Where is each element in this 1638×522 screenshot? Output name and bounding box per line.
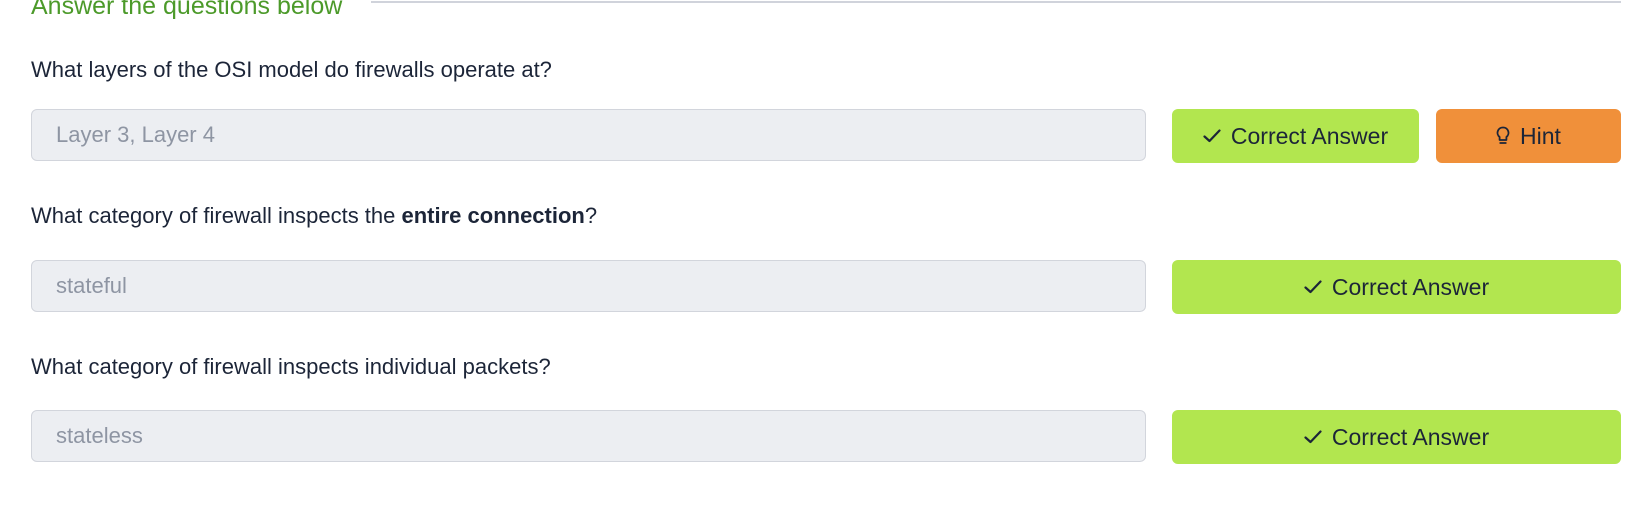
check-icon xyxy=(1304,280,1322,294)
question-1-answer-field[interactable]: Layer 3, Layer 4 xyxy=(31,109,1146,161)
section-title: Answer the questions below xyxy=(31,0,343,20)
question-3-correct-answer-button[interactable]: Correct Answer xyxy=(1172,410,1621,464)
question-1-hint-label: Hint xyxy=(1520,122,1561,149)
question-2-text: What category of firewall inspects the e… xyxy=(31,202,597,230)
question-2-text-start: What category of firewall inspects the xyxy=(31,203,402,228)
question-1-correct-answer-button[interactable]: Correct Answer xyxy=(1172,109,1419,163)
check-icon xyxy=(1304,430,1322,444)
question-3-answer-value: stateless xyxy=(56,423,143,448)
question-1-correct-answer-label: Correct Answer xyxy=(1230,122,1389,149)
question-2-answer-field[interactable]: stateful xyxy=(31,260,1146,312)
question-2-text-emphasis: entire connection xyxy=(401,203,585,228)
question-3-answer-field[interactable]: stateless xyxy=(31,410,1146,462)
section-header: Answer the questions below xyxy=(31,0,1621,19)
question-1-answer-value: Layer 3, Layer 4 xyxy=(56,122,215,147)
question-3-text: What category of firewall inspects indiv… xyxy=(31,354,551,379)
question-2-correct-answer-label: Correct Answer xyxy=(1331,273,1490,300)
question-2-answer-value: stateful xyxy=(56,273,127,298)
question-3-correct-answer-label: Correct Answer xyxy=(1331,423,1490,450)
question-1-text: What layers of the OSI model do firewall… xyxy=(31,57,552,82)
check-icon xyxy=(1203,129,1221,143)
section-divider xyxy=(371,1,1621,3)
question-2-correct-answer-button[interactable]: Correct Answer xyxy=(1172,260,1621,314)
question-1-hint-button[interactable]: Hint xyxy=(1436,109,1621,163)
question-2-text-end: ? xyxy=(584,203,598,228)
lightbulb-icon xyxy=(1496,126,1510,146)
